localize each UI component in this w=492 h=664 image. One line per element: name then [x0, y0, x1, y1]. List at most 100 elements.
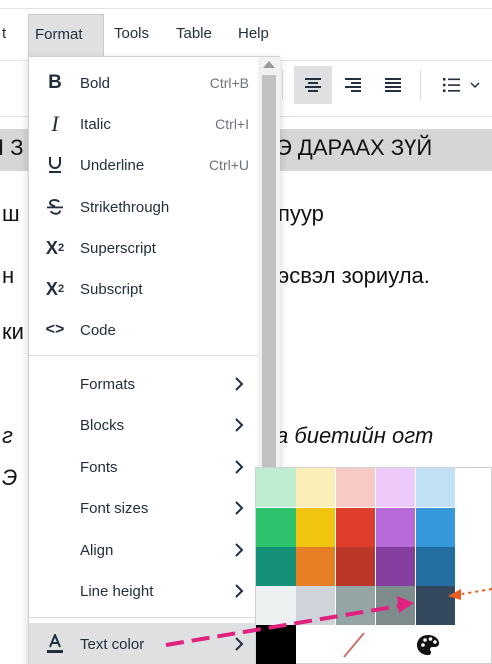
text-color-picker: [255, 467, 492, 664]
menu-item-label: Strikethrough: [80, 198, 170, 216]
italic-icon: I: [51, 111, 59, 136]
palette-icon: [417, 635, 439, 655]
remove-color-button[interactable]: [334, 625, 374, 664]
chevron-right-icon: [235, 460, 244, 474]
color-swatch[interactable]: [336, 547, 375, 586]
color-swatch[interactable]: [256, 547, 296, 586]
heading-fragment-right: Э ДАРААХ ЗҮЙ: [276, 135, 433, 160]
menu-item-label: Line height: [80, 582, 154, 600]
superscript-icon: X2: [45, 237, 65, 258]
menu-help[interactable]: Help: [232, 14, 275, 58]
menu-table[interactable]: Table: [170, 14, 218, 58]
doc-line-right: пуур: [278, 201, 324, 226]
chevron-down-icon: [470, 82, 480, 89]
menu-item-line-height[interactable]: Line height: [29, 571, 261, 611]
menu-item-label: Text color: [80, 635, 145, 653]
bold-icon: B: [48, 72, 62, 93]
color-swatch[interactable]: [376, 508, 415, 547]
align-justify-button[interactable]: [374, 66, 412, 104]
menu-item-shortcut: Ctrl+U: [208, 157, 249, 173]
underline-icon: [39, 145, 71, 185]
color-swatch[interactable]: [376, 586, 415, 625]
color-swatch[interactable]: [296, 586, 335, 625]
color-swatch[interactable]: [416, 508, 455, 547]
align-right-icon: [345, 78, 361, 92]
menu-item-formats[interactable]: Formats: [29, 364, 261, 404]
menu-item-code[interactable]: <> Code: [29, 310, 261, 350]
chevron-right-icon: [235, 584, 244, 598]
format-menu: B Bold Ctrl+B I Italic Ctrl+I Underline …: [28, 56, 280, 664]
color-swatch[interactable]: [416, 547, 455, 586]
menu-tools[interactable]: Tools: [108, 14, 155, 58]
menu-item-bold[interactable]: B Bold Ctrl+B: [29, 63, 261, 103]
doc-line-right: а биетийн огт: [276, 423, 434, 448]
menu-item-label: Formats: [80, 375, 136, 393]
color-swatch[interactable]: [336, 586, 375, 625]
menu-item-blocks[interactable]: Blocks: [29, 405, 261, 445]
color-picker-tools: [256, 625, 492, 664]
menu-item-label: Bold: [80, 74, 111, 92]
color-swatch[interactable]: [296, 468, 335, 507]
menu-item-label: Align: [80, 541, 114, 559]
scroll-up-arrow-icon[interactable]: [263, 61, 275, 68]
menubar-top-border: [0, 8, 492, 9]
menu-item-align[interactable]: Align: [29, 530, 261, 570]
toolbar-separator: [420, 70, 421, 100]
menu-item-font-sizes[interactable]: Font sizes: [29, 488, 261, 528]
menu-insert-partial[interactable]: t: [0, 14, 12, 58]
color-swatch[interactable]: [296, 547, 335, 586]
menu-item-label: Underline: [80, 156, 145, 174]
align-right-button[interactable]: [334, 66, 372, 104]
color-swatch[interactable]: [416, 586, 455, 625]
color-swatch[interactable]: [296, 508, 335, 547]
color-swatch[interactable]: [256, 468, 296, 507]
menu-item-shortcut: Ctrl+I: [215, 116, 249, 132]
toolbar: [280, 60, 492, 116]
menu-divider: [29, 355, 261, 356]
heading-fragment-left: I З: [0, 135, 24, 160]
strikethrough-icon: [39, 187, 71, 227]
menu-format[interactable]: Format: [28, 14, 104, 58]
color-swatch[interactable]: [256, 508, 296, 547]
menu-item-strikethrough[interactable]: Strikethrough: [29, 187, 261, 227]
doc-line-left: н: [2, 263, 15, 288]
text-color-icon: [39, 624, 71, 664]
menu-item-underline[interactable]: Underline Ctrl+U: [29, 145, 261, 185]
menu-item-text-color[interactable]: Text color: [29, 623, 261, 664]
subscript-icon: X2: [45, 278, 65, 299]
menu-item-label: Fonts: [80, 458, 118, 476]
color-swatch[interactable]: [256, 586, 296, 625]
color-swatch[interactable]: [376, 547, 415, 586]
black-swatch[interactable]: [256, 625, 296, 664]
color-swatch[interactable]: [416, 468, 455, 507]
menu-item-label: Font sizes: [80, 499, 149, 517]
custom-color-button[interactable]: [408, 625, 448, 664]
bullet-list-button[interactable]: [432, 66, 488, 104]
chevron-right-icon: [235, 501, 244, 515]
chevron-right-icon: [235, 637, 244, 651]
align-center-button[interactable]: [294, 66, 332, 104]
menu-item-superscript[interactable]: X2 Superscript: [29, 228, 261, 268]
menu-item-fonts[interactable]: Fonts: [29, 447, 261, 487]
menu-item-shortcut: Ctrl+B: [209, 75, 249, 91]
menu-item-label: Code: [80, 321, 116, 339]
toolbar-separator: [282, 70, 283, 100]
doc-line-left: Э: [2, 465, 18, 490]
menu-divider: [29, 617, 261, 618]
color-swatch[interactable]: [376, 468, 415, 507]
remove-color-icon: [343, 632, 365, 658]
chevron-right-icon: [235, 418, 244, 432]
chevron-right-icon: [235, 377, 244, 391]
doc-line-left: ки: [2, 319, 24, 344]
align-justify-icon: [385, 78, 401, 92]
doc-line-left: г: [2, 423, 13, 448]
color-swatch[interactable]: [336, 508, 375, 547]
color-swatch[interactable]: [336, 468, 375, 507]
menu-item-label: Blocks: [80, 416, 125, 434]
menu-item-subscript[interactable]: X2 Subscript: [29, 269, 261, 309]
menu-item-label: Superscript: [80, 239, 156, 257]
menu-item-label: Subscript: [80, 280, 143, 298]
menu-item-italic[interactable]: I Italic Ctrl+I: [29, 104, 261, 144]
chevron-right-icon: [235, 543, 244, 557]
doc-line-right: эсвэл зориула.: [278, 263, 430, 288]
